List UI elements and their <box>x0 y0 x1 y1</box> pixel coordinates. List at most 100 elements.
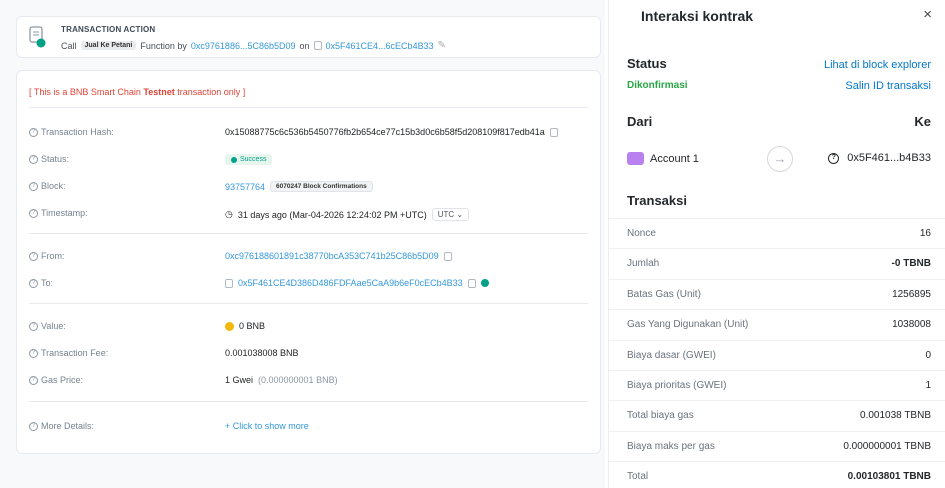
gas-price-label: Gas Price: <box>41 375 84 385</box>
transaction-row-value: 1038008 <box>892 319 931 331</box>
timestamp-label: Timestamp: <box>41 208 88 218</box>
hash-label: Transaction Hash: <box>41 127 114 137</box>
fee-label: Transaction Fee: <box>41 348 109 358</box>
transaction-details-card: [ This is a BNB Smart Chain Testnet tran… <box>16 70 601 454</box>
status-label: Status: <box>41 154 70 164</box>
timestamp-value: 31 days ago (Mar-04-2026 12:24:02 PM +UT… <box>237 209 427 220</box>
arrow-right-icon: → <box>767 146 793 172</box>
show-more-link[interactable]: + Click to show more <box>225 421 309 431</box>
close-icon[interactable]: × <box>923 6 932 23</box>
transaction-row-value: 1 <box>925 380 931 391</box>
transaction-row-key: Total biaya gas <box>627 410 694 422</box>
function-from-link[interactable]: 0xc9761886...5C86b5D09 <box>191 41 296 51</box>
transaction-row: Nonce 16 <box>609 218 945 248</box>
method-badge: Jual Ke Petani <box>80 41 137 50</box>
block-label: Block: <box>41 181 66 191</box>
transaction-row: Biaya dasar (GWEI) 0 <box>609 339 945 370</box>
help-icon: ? <box>29 321 38 331</box>
call-label: Call <box>61 40 77 51</box>
document-icon <box>29 26 46 48</box>
transaction-action-title: TRANSACTION ACTION <box>61 25 156 34</box>
transaction-heading: Transaksi <box>627 193 687 208</box>
divider <box>29 107 588 108</box>
account-name: Account 1 <box>650 152 699 165</box>
status-heading: Status <box>627 56 667 71</box>
status-badge: Success <box>225 154 273 165</box>
contract-file-icon <box>313 41 322 50</box>
gas-price-value: 1 Gwei <box>225 375 254 385</box>
transaction-row: Batas Gas (Unit) 1256895 <box>609 278 945 309</box>
transaction-row: Biaya maks per gas 0.000000001 TBNB <box>609 430 945 461</box>
transaction-row-key: Batas Gas (Unit) <box>627 288 701 300</box>
to-address-link[interactable]: 0x5F461CE4D386D486FDFAae5CaA9b6eF0cECb4B… <box>238 278 463 288</box>
transaction-row-key: Jumlah <box>627 258 660 270</box>
function-by-label: Function by <box>140 40 187 51</box>
transaction-row: Gas Yang Digunakan (Unit) 1038008 <box>609 309 945 339</box>
divider <box>29 233 588 234</box>
transaction-row: Total biaya gas 0.001038 TBNB <box>609 400 945 430</box>
to-heading: Ke <box>914 114 931 129</box>
timezone-value: UTC <box>437 210 455 219</box>
help-icon: ? <box>29 375 38 385</box>
block-link[interactable]: 93757764 <box>225 182 265 192</box>
check-circle-icon <box>231 156 237 163</box>
chevron-down-icon: ⌄ <box>456 210 464 219</box>
value-label: Value: <box>41 321 66 331</box>
transaction-row-key: Total <box>627 471 649 483</box>
from-address-link[interactable]: 0xc976188601891c38770bcA353C741b25C86b5D… <box>225 251 439 261</box>
copy-icon[interactable] <box>443 251 452 261</box>
divider <box>29 303 588 304</box>
transaction-action-line: Call Jual Ke Petani Function by 0xc97618… <box>61 40 446 51</box>
timezone-select[interactable]: UTC ⌄ <box>431 208 470 221</box>
transaction-row-value: 0.00103801 TBNB <box>847 471 931 483</box>
transaction-row-value: 1256895 <box>892 288 931 300</box>
transaction-row-key: Gas Yang Digunakan (Unit) <box>627 319 749 331</box>
fee-value: 0.001038008 BNB <box>225 348 299 358</box>
transaction-row-value: 0.001038 TBNB <box>860 410 931 422</box>
function-to-link[interactable]: 0x5F461CE4...6cECb4B33 <box>326 41 434 51</box>
status-confirmed: Dikonfirmasi <box>627 80 688 91</box>
help-icon: ? <box>29 127 38 137</box>
transaction-row-key: Biaya dasar (GWEI) <box>627 349 716 361</box>
account-avatar-icon <box>627 152 644 165</box>
to-account[interactable]: ? 0x5F461...b4B33 <box>828 152 931 164</box>
status-value: Success <box>240 156 267 163</box>
transaction-row-key: Nonce <box>627 228 656 239</box>
wallet-title: Interaksi kontrak <box>641 8 754 24</box>
transaction-row-key: Biaya maks per gas <box>627 440 715 452</box>
edit-icon[interactable]: ✎ <box>438 40 446 51</box>
testnet-suffix: transaction only ] <box>174 87 246 97</box>
help-icon: ? <box>29 208 38 218</box>
explorer-panel: TRANSACTION ACTION Call Jual Ke Petani F… <box>0 0 605 488</box>
from-heading: Dari <box>627 114 653 129</box>
copy-tx-id-link[interactable]: Salin ID transaksi <box>845 80 931 92</box>
transaction-row: Total 0.00103801 TBNB <box>609 461 945 488</box>
verified-icon <box>480 279 489 287</box>
to-label: To: <box>41 278 54 288</box>
testnet-word: Testnet <box>143 87 175 97</box>
help-icon: ? <box>29 181 38 191</box>
bnb-coin-icon <box>225 321 234 331</box>
wallet-panel: Interaksi kontrak × Status Lihat di bloc… <box>608 0 945 488</box>
copy-icon[interactable] <box>549 127 558 137</box>
transaction-action-card: TRANSACTION ACTION Call Jual Ke Petani F… <box>16 16 601 58</box>
contract-file-icon <box>225 278 233 288</box>
transaction-row: Biaya prioritas (GWEI) 1 <box>609 370 945 400</box>
value-amount: 0 BNB <box>239 321 266 331</box>
view-explorer-link[interactable]: Lihat di block explorer <box>824 59 931 71</box>
help-icon: ? <box>29 348 38 358</box>
testnet-notice: [ This is a BNB Smart Chain Testnet tran… <box>29 87 245 97</box>
gas-price-detail: (0.000000001 BNB) <box>258 375 338 385</box>
clock-icon: ◷ <box>225 209 233 219</box>
from-label: From: <box>41 251 65 261</box>
copy-icon[interactable] <box>467 278 476 288</box>
help-icon: ? <box>29 154 38 164</box>
transaction-row-value: 16 <box>919 228 931 239</box>
divider <box>29 401 588 402</box>
testnet-prefix: [ This is a BNB Smart Chain <box>29 87 144 97</box>
transaction-row-value: 0.000000001 TBNB <box>843 440 931 452</box>
from-account[interactable]: Account 1 <box>627 152 699 165</box>
help-icon: ? <box>29 278 38 288</box>
transaction-row-value: -0 TBNB <box>891 258 931 270</box>
help-icon: ? <box>29 251 38 261</box>
